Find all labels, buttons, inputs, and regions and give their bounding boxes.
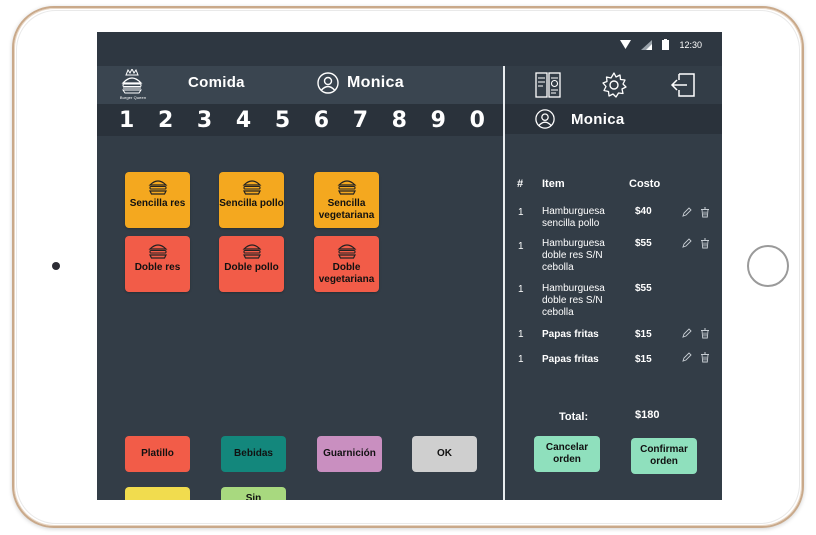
total-value: $180 (635, 409, 660, 421)
item-sencilla-vegetariana-button[interactable]: Sencilla vegetariana (314, 172, 379, 228)
burger-icon (242, 244, 261, 259)
table-number-0[interactable]: 0 (470, 108, 485, 133)
col-item-header: Item (542, 178, 565, 190)
order-row-4-actions (682, 328, 710, 339)
table-number-6[interactable]: 6 (314, 108, 329, 133)
table-number-3[interactable]: 3 (197, 108, 212, 133)
order-toolbar (505, 66, 722, 102)
order-row-4-item: Papas fritas (542, 329, 599, 340)
table-number-2[interactable]: 2 (158, 108, 173, 133)
settings-gear-icon[interactable] (600, 71, 628, 99)
order-row-1-item: Hamburguesa sencilla pollo (542, 206, 605, 229)
cancel-order-button[interactable]: Cancelar orden (534, 436, 600, 472)
category-platillo-button[interactable]: Platillo (125, 436, 190, 472)
table-number-9[interactable]: 9 (431, 108, 446, 133)
order-row-5-actions (682, 352, 710, 363)
wifi-icon (620, 40, 632, 49)
category-bebidas-button[interactable]: Bebidas (221, 436, 286, 472)
trash-icon[interactable] (700, 328, 710, 339)
order-row-3-cost: $55 (635, 283, 652, 294)
col-qty-header: # (517, 178, 524, 190)
item-doble-pollo-button[interactable]: Doble pollo (219, 236, 284, 292)
item-doble-vegetariana-button[interactable]: Doble vegetariana (314, 236, 379, 292)
order-row-5-item: Papas fritas (542, 354, 599, 365)
order-row-3-qty: 1 (518, 284, 524, 295)
item-sencilla-pollo-button[interactable]: Sencilla pollo (219, 172, 284, 228)
menu-panel: Burger Queen Comida Monica 1 2 3 4 5 6 7… (97, 66, 503, 500)
section-title: Comida (188, 74, 245, 91)
confirm-order-button[interactable]: Confirmar orden (631, 438, 697, 474)
order-row-2-item: Hamburguesa doble res S/N cebolla (542, 238, 605, 273)
edit-pencil-icon[interactable] (682, 207, 692, 217)
category-sin-ingredientes-button[interactable]: Sin ingredientes (221, 487, 286, 500)
burger-icon (337, 244, 356, 259)
table-number-1[interactable]: 1 (119, 108, 134, 133)
table-number-8[interactable]: 8 (392, 108, 407, 133)
order-row-5-qty: 1 (518, 354, 524, 365)
order-row-2-cost: $55 (635, 238, 652, 249)
status-time: 12:30 (679, 39, 702, 50)
order-row-1-cost: $40 (635, 206, 652, 217)
item-doble-res-button[interactable]: Doble res (125, 236, 190, 292)
order-row-1-qty: 1 (518, 207, 524, 218)
order-row-4-qty: 1 (518, 329, 524, 340)
order-waiter: Monica (505, 104, 722, 134)
order-row-3-item: Hamburguesa doble res S/N cebolla (542, 283, 605, 318)
item-sencilla-res-button[interactable]: Sencilla res (125, 172, 190, 228)
burger-queen-logo: Burger Queen (117, 67, 147, 101)
col-cost-header: Costo (629, 178, 661, 190)
order-panel: Monica # Item Costo 1 Hamburguesa sencil… (505, 66, 722, 500)
camera-dot (52, 262, 60, 270)
user-icon (535, 109, 555, 129)
order-row-4-cost: $15 (635, 329, 652, 340)
status-bar: 12:30 (97, 32, 722, 66)
app-screen: 12:30 Burger Queen Comida Monica 1 2 3 4… (97, 32, 722, 500)
order-row-5-cost: $15 (635, 354, 652, 365)
menu-header: Burger Queen Comida Monica (97, 66, 503, 104)
edit-pencil-icon[interactable] (682, 352, 692, 362)
category-extra-button[interactable]: Extra (125, 487, 190, 500)
category-guarnicion-button[interactable]: Guarnición (317, 436, 382, 472)
trash-icon[interactable] (700, 207, 710, 218)
signal-icon (641, 39, 653, 50)
table-number-7[interactable]: 7 (353, 108, 368, 133)
edit-pencil-icon[interactable] (682, 238, 692, 248)
burger-icon (242, 180, 261, 195)
order-row-1-actions (682, 207, 710, 218)
trash-icon[interactable] (700, 238, 710, 249)
edit-pencil-icon[interactable] (682, 328, 692, 338)
table-number-4[interactable]: 4 (236, 108, 251, 133)
ok-button[interactable]: OK (412, 436, 477, 472)
total-label: Total: (559, 411, 589, 423)
order-row-2-actions (682, 238, 710, 249)
orders-list-icon[interactable] (534, 71, 562, 99)
battery-icon (662, 39, 670, 50)
waiter-name: Monica (317, 72, 404, 94)
table-number-bar: 1 2 3 4 5 6 7 8 9 0 (97, 104, 503, 136)
logout-icon[interactable] (669, 71, 697, 99)
home-button[interactable] (747, 245, 789, 287)
order-row-2-qty: 1 (518, 241, 524, 252)
user-icon (317, 72, 339, 94)
burger-icon (337, 180, 356, 195)
trash-icon[interactable] (700, 352, 710, 363)
burger-icon (148, 244, 167, 259)
burger-icon (148, 180, 167, 195)
table-number-5[interactable]: 5 (275, 108, 290, 133)
